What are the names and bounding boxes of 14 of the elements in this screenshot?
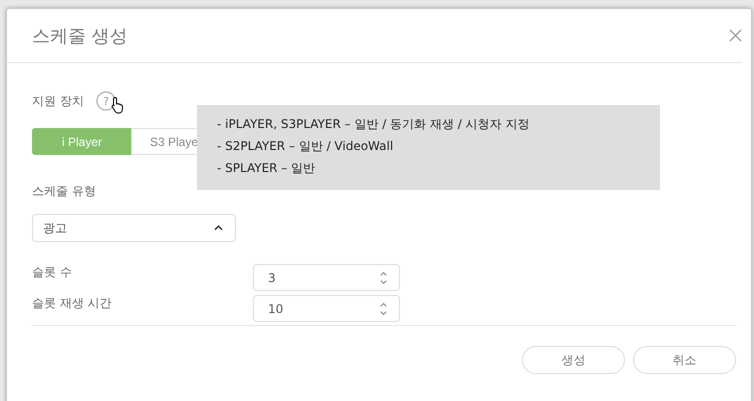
tooltip-line: - SPLAYER – 일반 — [217, 161, 316, 176]
field-label: 슬롯 재생 시간 — [32, 295, 113, 312]
schedule-type-dropdown[interactable]: 광고 — [32, 214, 236, 242]
number-input-field[interactable]: 10 — [253, 295, 400, 322]
field-label: 스케줄 유형 — [32, 183, 97, 200]
action-button[interactable]: 취소 — [633, 346, 736, 374]
action-button[interactable]: 생성 — [522, 346, 625, 374]
field-label: 슬롯 수 — [32, 264, 73, 281]
help-icon[interactable]: ? — [96, 91, 116, 111]
close-icon[interactable] — [729, 29, 742, 42]
dialog-title: 스케줄 생성 — [32, 24, 128, 48]
field-label: 지원 장치 — [32, 92, 84, 110]
hand-cursor-icon — [111, 96, 125, 114]
number-input-field[interactable]: 3 — [253, 264, 400, 291]
